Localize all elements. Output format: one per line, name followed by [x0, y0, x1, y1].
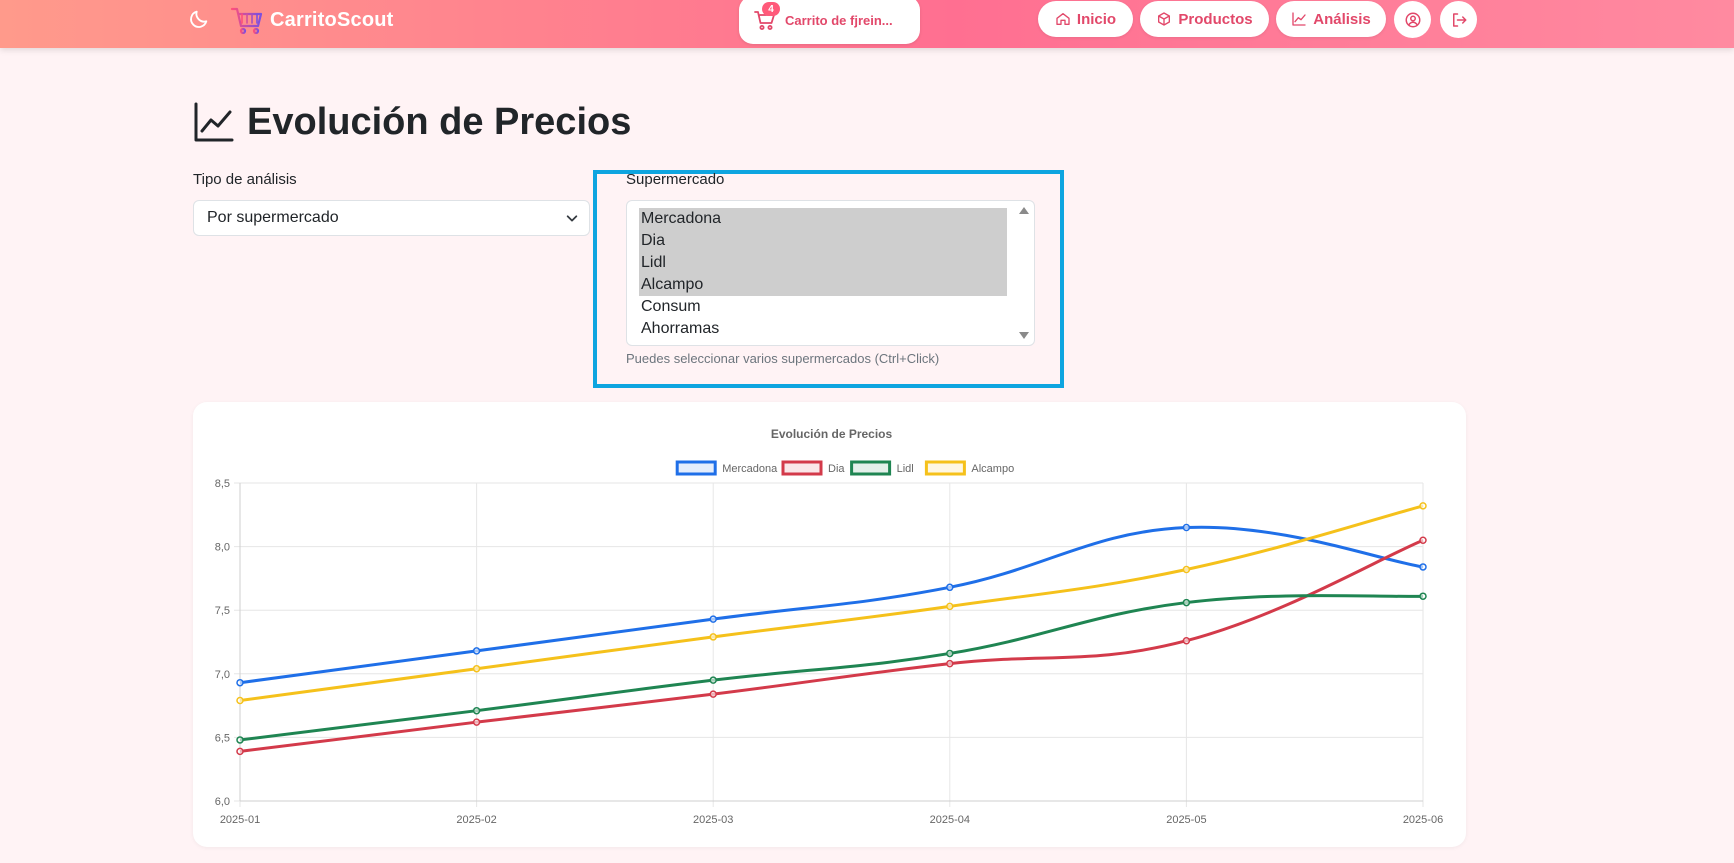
data-point[interactable] — [236, 736, 244, 744]
data-point[interactable] — [1419, 592, 1427, 600]
data-point[interactable] — [1182, 598, 1191, 607]
data-point[interactable] — [1419, 563, 1427, 571]
market-option[interactable]: Lidl — [639, 252, 1007, 274]
data-point[interactable] — [1182, 636, 1191, 645]
y-tick-label: 8,5 — [215, 478, 230, 490]
legend-label[interactable]: Mercadona — [722, 463, 778, 475]
series-line-mercadona — [239, 525, 1424, 685]
x-tick-label: 2025-04 — [930, 814, 970, 826]
x-tick-label: 2025-02 — [456, 814, 496, 826]
cart-count-badge: 4 — [762, 2, 780, 16]
nav-analisis-label: Análisis — [1313, 10, 1371, 28]
x-tick-label: 2025-01 — [220, 814, 260, 826]
series-line-dia — [239, 538, 1424, 753]
brand-name: CarritoScout — [270, 8, 394, 31]
data-point[interactable] — [946, 583, 954, 592]
nav-inicio-button[interactable]: Inicio — [1038, 1, 1133, 37]
legend-swatch[interactable] — [850, 460, 892, 476]
market-label: Supermercado — [626, 171, 725, 188]
legend-swatch[interactable] — [781, 460, 823, 476]
page-title-text: Evolución de Precios — [247, 100, 632, 143]
navbar: CarritoScout 4 Carrito de fjrein... Inic… — [0, 0, 1734, 48]
chevron-down-icon — [566, 215, 578, 222]
data-point[interactable] — [709, 615, 717, 623]
data-point[interactable] — [1182, 565, 1191, 574]
brand-link[interactable]: CarritoScout — [230, 3, 394, 37]
legend-label[interactable]: Dia — [828, 463, 845, 475]
box-icon — [1158, 12, 1171, 26]
data-point[interactable] — [472, 664, 481, 673]
data-point[interactable] — [709, 690, 717, 698]
data-point[interactable] — [1419, 502, 1427, 510]
nav-inicio-label: Inicio — [1076, 10, 1117, 28]
data-point[interactable] — [946, 649, 954, 658]
data-point[interactable] — [1419, 536, 1427, 544]
page-title: Evolución de Precios — [193, 98, 631, 146]
x-tick-label: 2025-05 — [1166, 814, 1206, 826]
cart-button[interactable]: 4 Carrito de fjrein... — [739, 0, 920, 44]
data-point[interactable] — [472, 647, 481, 655]
data-point[interactable] — [472, 718, 481, 726]
data-point[interactable] — [946, 602, 954, 611]
help-text: Puedes seleccionar varios supermercados … — [626, 351, 940, 366]
data-point[interactable] — [236, 678, 244, 687]
market-multiselect[interactable]: Mercadona Dia Lidl Alcampo Consum Ahorra… — [626, 200, 1035, 346]
scroll-up-icon[interactable] — [1018, 205, 1030, 215]
y-tick-label: 8,0 — [215, 542, 230, 554]
data-point[interactable] — [946, 659, 954, 668]
y-tick-label: 7,0 — [215, 669, 230, 681]
nav-analisis-button[interactable]: Análisis — [1276, 1, 1386, 37]
home-icon — [1056, 13, 1070, 25]
market-option[interactable]: Dia — [639, 230, 1007, 252]
series-line-alcampo — [239, 504, 1424, 702]
logout-icon — [1452, 12, 1466, 27]
legend-swatch[interactable] — [675, 460, 717, 476]
legend-swatch[interactable] — [924, 460, 966, 476]
market-option[interactable]: Ahorramas — [639, 318, 1007, 340]
cart-icon-wrap: 4 — [753, 2, 780, 32]
x-tick-label: 2025-06 — [1403, 814, 1443, 826]
chart-line-icon — [1292, 12, 1306, 26]
data-point[interactable] — [709, 676, 717, 684]
nav-productos-button[interactable]: Productos — [1140, 1, 1269, 37]
analysis-type-value: Por supermercado — [207, 209, 339, 226]
chart-line-icon — [194, 102, 234, 142]
legend-label[interactable]: Lidl — [897, 463, 914, 475]
data-point[interactable] — [236, 747, 244, 756]
data-point[interactable] — [709, 633, 717, 641]
user-circle-icon — [1405, 12, 1420, 27]
y-tick-label: 7,5 — [215, 605, 230, 617]
data-point[interactable] — [472, 706, 481, 715]
series-line-lidl — [239, 594, 1424, 742]
price-chart: Evolución de Precios 6,0 6,5 7,0 7,5 8,0 8,5 20… — [215, 427, 1443, 826]
data-point[interactable] — [1182, 523, 1191, 532]
market-option[interactable]: Mercadona — [639, 208, 1007, 230]
x-tick-label: 2025-03 — [693, 814, 733, 826]
legend-label[interactable]: Alcampo — [971, 463, 1014, 475]
moon-icon[interactable] — [188, 8, 210, 30]
analysis-type-select[interactable]: Por supermercado — [193, 200, 590, 236]
profile-button[interactable] — [1394, 1, 1431, 38]
market-option[interactable]: Alcampo — [639, 274, 1007, 296]
market-option[interactable]: Consum — [639, 296, 1007, 318]
nav-productos-label: Productos — [1178, 10, 1253, 28]
cart-logo-icon — [230, 7, 263, 35]
chart-card: Evolución de Precios 6,0 6,5 7,0 7,5 8,0 8,5 20… — [193, 402, 1466, 847]
y-tick-label: 6,0 — [215, 796, 230, 808]
logout-button[interactable] — [1440, 1, 1477, 38]
analysis-type-label: Tipo de análisis — [193, 171, 297, 188]
y-tick-label: 6,5 — [215, 732, 230, 744]
scroll-down-icon[interactable] — [1018, 331, 1030, 341]
chart-title: Evolución de Precios — [771, 427, 893, 441]
cart-label: Carrito de fjrein... — [785, 12, 893, 28]
data-point[interactable] — [236, 696, 244, 705]
